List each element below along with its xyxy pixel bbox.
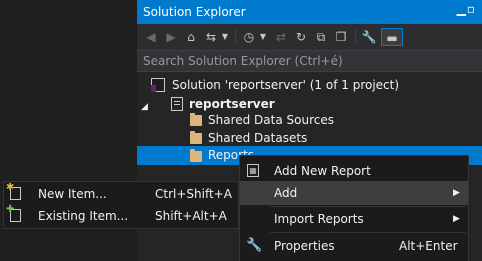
report-project-icon xyxy=(171,97,183,111)
menu-item-add[interactable]: Add ▶ xyxy=(240,181,468,205)
tree-item-shared-datasets[interactable]: Shared Datasets xyxy=(137,128,482,148)
menu-item-existing-item[interactable]: ✚ Existing Item... Shift+Alt+A xyxy=(4,204,238,228)
toolbar-separator xyxy=(355,29,356,45)
existing-item-icon: ✚ xyxy=(6,205,21,222)
pin-icon[interactable]: ▁▫ xyxy=(457,2,476,16)
menu-item-shortcut: Ctrl+Shift+A xyxy=(155,187,232,201)
back-icon[interactable]: ◀ xyxy=(143,28,159,46)
menu-item-label: New Item... xyxy=(38,187,107,201)
menu-item-label: Add xyxy=(274,186,298,200)
context-menu: ▦ Add New Report Add ▶ Import Reports ▶ … xyxy=(239,155,469,261)
menu-item-shortcut: Alt+Enter xyxy=(399,239,458,253)
solution-label: Solution 'reportserver' (1 of 1 project) xyxy=(172,78,400,92)
pending-changes-icon[interactable]: ⇄ xyxy=(273,28,289,46)
toolbar-separator xyxy=(235,29,236,45)
submenu-arrow-icon: ▶ xyxy=(453,188,460,198)
tree-item-label: Shared Data Sources xyxy=(208,113,334,127)
tree-item-label: Shared Datasets xyxy=(208,131,308,145)
wrench-icon: 🔧 xyxy=(246,238,263,253)
menu-item-label: Existing Item... xyxy=(38,209,129,223)
folder-icon xyxy=(190,149,202,162)
menu-item-import-reports[interactable]: Import Reports ▶ xyxy=(240,207,468,231)
search-input[interactable]: Search Solution Explorer (Ctrl+é) xyxy=(137,50,482,72)
menu-item-new-item[interactable]: ✱ New Item... Ctrl+Shift+A xyxy=(4,182,238,206)
properties-icon[interactable]: 🔧 xyxy=(361,28,377,46)
tree-item-shared-data-sources[interactable]: Shared Data Sources xyxy=(137,110,482,130)
dropdown-chevron-icon[interactable]: ▼ xyxy=(258,28,268,46)
folder-icon xyxy=(190,131,202,144)
search-placeholder: Search Solution Explorer (Ctrl+é) xyxy=(143,54,343,68)
add-report-icon: ▦ xyxy=(247,164,259,177)
folder-icon xyxy=(190,113,202,126)
menu-item-label: Import Reports xyxy=(274,212,364,226)
dropdown-chevron-icon[interactable]: ▼ xyxy=(220,28,230,46)
solution-icon xyxy=(151,78,165,92)
sync-view-icon[interactable]: ⇆ xyxy=(203,28,219,46)
menu-item-shortcut: Shift+Alt+A xyxy=(155,209,227,223)
show-all-files-icon[interactable]: ❐ xyxy=(333,28,349,46)
expanded-triangle-icon[interactable]: ◢ xyxy=(141,97,151,112)
refresh-icon[interactable]: ↻ xyxy=(293,28,309,46)
new-item-icon: ✱ xyxy=(6,183,21,200)
menu-item-label: Properties xyxy=(274,239,335,253)
preview-icon[interactable]: ▬ xyxy=(381,28,403,46)
panel-title: Solution Explorer xyxy=(143,5,246,19)
menu-item-add-new-report[interactable]: ▦ Add New Report xyxy=(240,159,468,183)
home-icon[interactable]: ⌂ xyxy=(183,28,199,46)
tree-item-solution[interactable]: Solution 'reportserver' (1 of 1 project) xyxy=(137,75,482,95)
menu-separator xyxy=(270,232,466,233)
add-submenu: ✱ New Item... Ctrl+Shift+A ✚ Existing It… xyxy=(3,181,239,229)
submenu-arrow-icon: ▶ xyxy=(453,214,460,224)
menu-item-label: Add New Report xyxy=(274,164,371,178)
collapse-all-icon[interactable]: ⧉ xyxy=(313,28,329,46)
solution-explorer-toolbar: ◀ ▶ ⌂ ⇆ ▼ ◷ ▼ ⇄ ↻ ⧉ ❐ 🔧 ▬ xyxy=(137,24,482,50)
forward-icon[interactable]: ▶ xyxy=(163,28,179,46)
menu-item-properties[interactable]: 🔧 Properties Alt+Enter xyxy=(240,234,468,258)
history-icon[interactable]: ◷ xyxy=(241,28,257,46)
solution-explorer-title-bar[interactable]: Solution Explorer ▁▫ xyxy=(137,0,482,24)
